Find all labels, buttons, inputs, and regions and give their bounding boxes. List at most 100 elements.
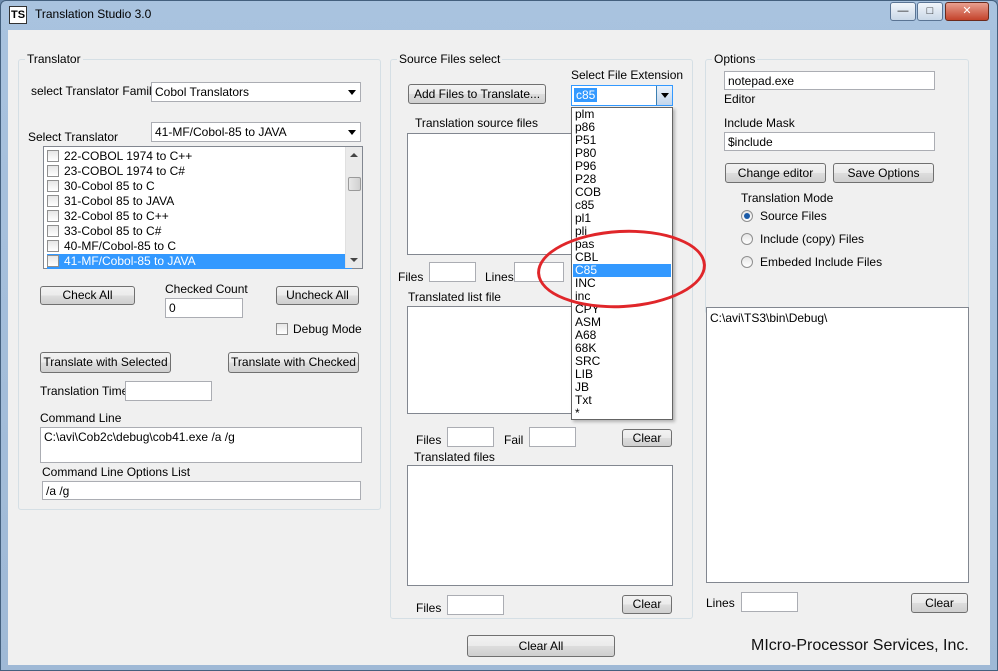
list-item-label: 40-MF/Cobol-85 to C	[64, 239, 177, 253]
translator-checklist[interactable]: 22-COBOL 1974 to C++ 23-COBOL 1974 to C#…	[43, 146, 363, 269]
file-extension-combo[interactable]: c85	[571, 85, 673, 106]
radio-button[interactable]	[741, 233, 753, 245]
list-item[interactable]: 33-Cobol 85 to C#	[47, 224, 352, 239]
main-window: TS Translation Studio 3.0 — □ ✕ Translat…	[0, 0, 998, 671]
options-group-title: Options	[712, 52, 758, 66]
list-item[interactable]: 31-Cobol 85 to JAVA	[47, 194, 352, 209]
company-name: MIcro-Processor Services, Inc.	[751, 637, 969, 654]
clear-files-button[interactable]: Clear	[622, 595, 672, 614]
files-count-field[interactable]	[429, 262, 476, 282]
translator-group-title: Translator	[25, 52, 83, 66]
dropdown-item[interactable]: Txt	[573, 394, 671, 407]
family-label: select Translator Family	[31, 84, 158, 98]
checkbox[interactable]	[47, 225, 59, 237]
files3-count-field[interactable]	[447, 595, 504, 615]
checkbox[interactable]	[47, 180, 59, 192]
command-line-field[interactable]: C:\avi\Cob2c\debug\cob41.exe /a /g	[40, 427, 362, 463]
window-title: Translation Studio 3.0	[35, 7, 152, 21]
fail-label: Fail	[504, 433, 524, 447]
checked-count-field[interactable]: 0	[165, 298, 243, 318]
list-scrollbar[interactable]	[345, 147, 362, 268]
files2-count-field[interactable]	[447, 427, 494, 447]
lines-output-label: Lines	[706, 596, 735, 610]
mode-include-files-radio[interactable]: Include (copy) Files	[741, 232, 864, 246]
dropdown-item[interactable]: *	[573, 407, 671, 420]
list-item-label: 32-Cobol 85 to C++	[64, 209, 169, 223]
radio-label: Embeded Include Files	[760, 255, 883, 269]
checkbox[interactable]	[47, 210, 59, 222]
debug-mode-checkbox[interactable]: Debug Mode	[276, 322, 362, 336]
file-extension-value: c85	[574, 88, 598, 102]
editor-field[interactable]: notepad.exe	[724, 71, 935, 90]
files-label: Files	[398, 270, 424, 284]
scroll-down-icon[interactable]	[350, 258, 358, 262]
scroll-up-icon[interactable]	[350, 153, 358, 157]
translator-combo-value: 41-MF/Cobol-85 to JAVA	[155, 125, 287, 139]
minimize-button[interactable]: —	[890, 2, 916, 21]
translated-list-label: Translated list file	[408, 290, 501, 304]
family-combo[interactable]: Cobol Translators	[151, 82, 361, 102]
radio-button[interactable]	[741, 256, 753, 268]
command-options-field[interactable]: /a /g	[42, 481, 361, 500]
translate-checked-button[interactable]: Translate with Checked	[228, 352, 359, 373]
chevron-down-icon	[348, 130, 356, 135]
list-item-label: 30-Cobol 85 to C	[64, 179, 155, 193]
translation-time-field[interactable]	[125, 381, 212, 401]
change-editor-button[interactable]: Change editor	[725, 163, 826, 183]
translate-selected-button[interactable]: Translate with Selected	[40, 352, 171, 373]
checkbox[interactable]	[47, 165, 59, 177]
select-translator-label: Select Translator	[28, 130, 119, 144]
minimize-icon: —	[897, 5, 909, 17]
list-item-selected[interactable]: 41-MF/Cobol-85 to JAVA	[47, 254, 352, 269]
checkbox[interactable]	[47, 150, 59, 162]
source-files-list[interactable]	[407, 133, 575, 255]
close-button[interactable]: ✕	[945, 2, 989, 21]
translated-files-list[interactable]	[407, 465, 673, 586]
clear-all-button[interactable]: Clear All	[467, 635, 615, 657]
checkbox[interactable]	[47, 195, 59, 207]
editor-label: Editor	[724, 92, 756, 106]
translated-list[interactable]	[407, 306, 575, 414]
list-item[interactable]: 32-Cobol 85 to C++	[47, 209, 352, 224]
scroll-thumb[interactable]	[348, 177, 361, 191]
chevron-down-icon	[348, 90, 356, 95]
chevron-down-icon[interactable]	[656, 86, 672, 105]
command-line-label: Command Line	[40, 411, 122, 425]
add-files-button[interactable]: Add Files to Translate...	[408, 84, 546, 104]
client-area: Translator select Translator Family Cobo…	[8, 30, 990, 665]
maximize-icon: □	[926, 5, 934, 17]
include-mask-field[interactable]: $include	[724, 132, 935, 151]
files2-label: Files	[416, 433, 442, 447]
radio-label: Source Files	[760, 209, 827, 223]
check-all-button[interactable]: Check All	[40, 286, 135, 305]
list-item-label: 22-COBOL 1974 to C++	[64, 149, 193, 163]
list-item[interactable]: 23-COBOL 1974 to C#	[47, 164, 352, 179]
title-bar[interactable]: TS Translation Studio 3.0 — □ ✕	[1, 1, 997, 29]
maximize-button[interactable]: □	[917, 2, 943, 21]
uncheck-all-button[interactable]: Uncheck All	[276, 286, 359, 305]
list-item-label: 31-Cobol 85 to JAVA	[64, 194, 175, 208]
radio-button[interactable]	[741, 210, 753, 222]
checkbox[interactable]	[47, 240, 59, 252]
radio-label: Include (copy) Files	[760, 232, 865, 246]
clear-output-button[interactable]: Clear	[911, 593, 968, 613]
dropdown-item[interactable]: pl1	[573, 212, 671, 225]
clear-list-button[interactable]: Clear	[622, 429, 672, 447]
checkbox[interactable]	[276, 323, 288, 335]
mode-embedded-include-radio[interactable]: Embeded Include Files	[741, 255, 882, 269]
save-options-button[interactable]: Save Options	[833, 163, 934, 183]
list-item-label: 23-COBOL 1974 to C#	[64, 164, 185, 178]
close-icon: ✕	[962, 5, 972, 17]
app-icon: TS	[9, 6, 27, 24]
files3-label: Files	[416, 601, 442, 615]
output-textarea[interactable]: C:\avi\TS3\bin\Debug\	[706, 307, 969, 583]
list-item[interactable]: 22-COBOL 1974 to C++	[47, 149, 352, 164]
fail-count-field[interactable]	[529, 427, 576, 447]
translator-combo[interactable]: 41-MF/Cobol-85 to JAVA	[151, 122, 361, 142]
list-item[interactable]: 30-Cobol 85 to C	[47, 179, 352, 194]
list-item[interactable]: 40-MF/Cobol-85 to C	[47, 239, 352, 254]
checkbox[interactable]	[47, 255, 59, 267]
lines-output-field[interactable]	[741, 592, 798, 612]
mode-source-files-radio[interactable]: Source Files	[741, 209, 827, 223]
command-options-label: Command Line Options List	[42, 465, 191, 479]
